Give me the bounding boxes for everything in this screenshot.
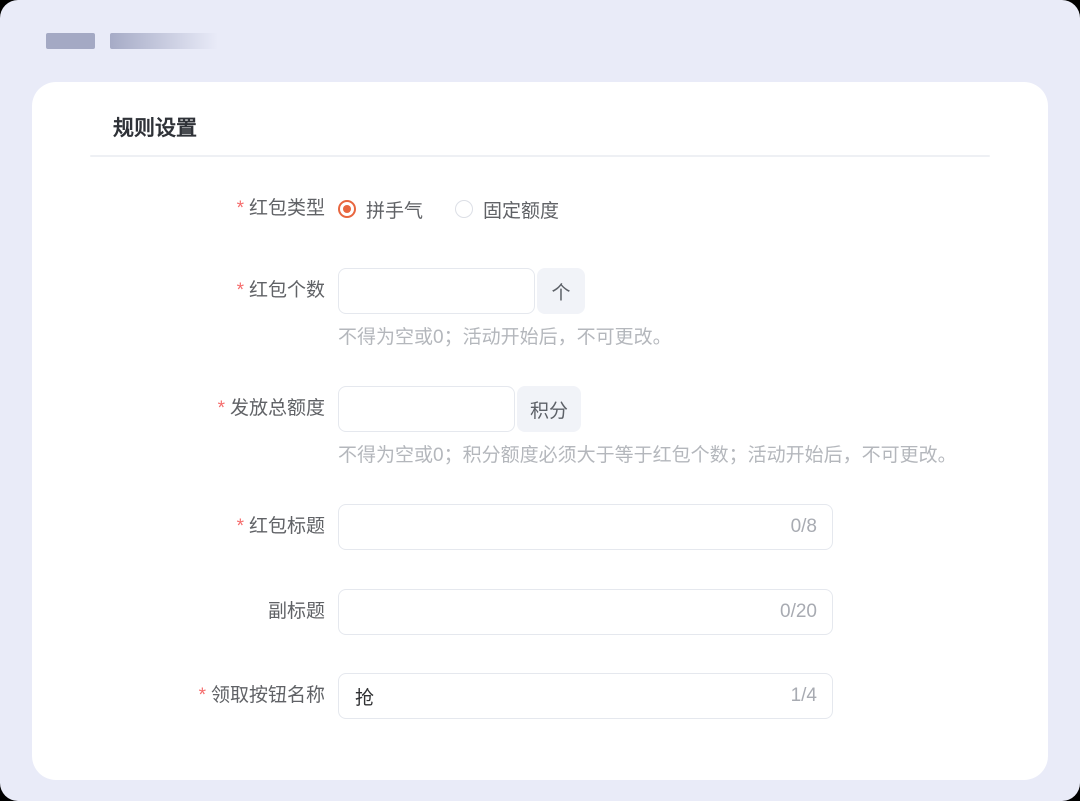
claim-button-name-input[interactable] [338,673,833,719]
field-claim-button-name: *领取按钮名称 1/4 [90,673,990,719]
field-label: * 发放总额度 [90,386,338,432]
page: 规则设置 * 红包类型 拼手气 固定额度 * 红包个数 个 不得为空或0；活动开… [0,0,1080,801]
radio-unselected-icon[interactable] [455,200,474,218]
radio-label: 拼手气 [366,200,424,222]
field-packet-count: * 红包个数 个 不得为空或0；活动开始后，不可更改。 [90,268,990,350]
skeleton-bar [46,33,95,49]
required-asterisk: * [198,685,206,706]
required-asterisk: * [236,516,244,537]
field-label: 副标题 [90,589,338,635]
field-label: * 领取按钮名称 [90,673,338,719]
field-label-text: 红包标题 [248,516,325,537]
required-asterisk: * [217,398,225,419]
subtitle-control: 0/20 [338,589,833,635]
field-label-text: 发放总额度 [229,398,325,419]
total-amount-input[interactable] [338,386,515,432]
field-label-text: 红包个数 [248,280,325,301]
radio-label: 固定额度 [483,200,560,222]
section-title: 规则设置 [113,117,197,140]
packet-count-control: 个 不得为空或0；活动开始后，不可更改。 [338,268,672,350]
packet-type-radio-group: 拼手气 固定额度 [338,196,559,223]
unit-suffix: 个 [537,268,585,314]
rules-card: 规则设置 * 红包类型 拼手气 固定额度 * 红包个数 个 不得为空或0；活动开… [32,82,1048,780]
field-subtitle: 副标题 0/20 [90,589,990,635]
radio-option-lucky[interactable]: 拼手气 [338,196,423,223]
breadcrumb-skeleton [0,0,1080,49]
packet-title-control: 0/8 [338,504,833,550]
field-label-text: 领取按钮名称 [210,685,325,706]
required-asterisk: * [236,198,244,219]
skeleton-bar-gradient [110,33,218,49]
total-amount-control: 积分 不得为空或0；积分额度必须大于等于红包个数；活动开始后，不可更改。 [338,386,957,468]
field-label: * 红包标题 [90,504,338,550]
total-amount-input-group: 积分 [338,386,957,432]
field-packet-title: * 红包标题 0/8 [90,504,990,550]
field-total-amount: * 发放总额度 积分 不得为空或0；积分额度必须大于等于红包个数；活动开始后，不可… [90,386,990,468]
rules-form: * 红包类型 拼手气 固定额度 * 红包个数 个 不得为空或0；活动开始后，不可… [90,157,990,719]
field-label-text: 副标题 [267,601,325,622]
radio-selected-icon[interactable] [338,200,356,218]
field-label: * 红包个数 [90,268,338,314]
packet-title-input[interactable] [338,504,833,550]
help-text: 不得为空或0；活动开始后，不可更改。 [338,327,672,348]
radio-option-fixed[interactable]: 固定额度 [455,196,559,223]
claim-button-name-control: 1/4 [338,673,833,719]
field-label: * 红包类型 [90,197,338,221]
field-label-text: 红包类型 [248,198,325,219]
unit-suffix: 积分 [517,386,581,432]
help-text: 不得为空或0；积分额度必须大于等于红包个数；活动开始后，不可更改。 [338,445,957,466]
subtitle-input[interactable] [338,589,833,635]
packet-count-input[interactable] [338,268,535,314]
packet-count-input-group: 个 [338,268,672,314]
field-packet-type: * 红包类型 拼手气 固定额度 [90,196,990,223]
required-asterisk: * [236,280,244,301]
